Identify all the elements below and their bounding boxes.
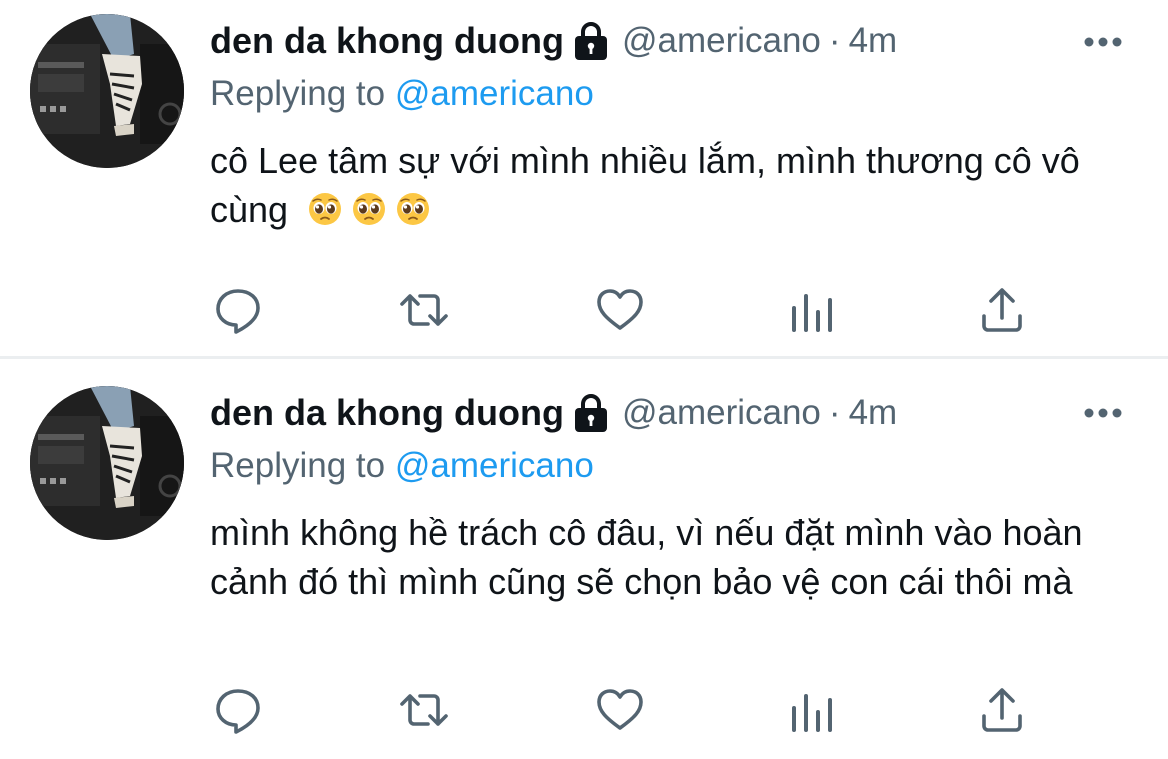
reply-icon: [214, 286, 262, 334]
display-name[interactable]: den da khong duong: [210, 20, 564, 62]
more-options-icon[interactable]: [1083, 36, 1123, 48]
pleading-face-emoji: [352, 192, 386, 226]
action-bar: [210, 286, 1040, 334]
share-icon: [978, 286, 1026, 334]
replying-to-label: Replying to: [210, 74, 386, 113]
retweet-icon: [400, 686, 448, 734]
reply-button[interactable]: [214, 686, 262, 734]
retweet-button[interactable]: [400, 686, 448, 734]
tweet-text: mình không hề trách cô đâu, vì nếu đặt m…: [210, 508, 1130, 606]
tweet-header: den da khong duong @americano · 4m: [210, 20, 897, 62]
lock-icon: [572, 21, 610, 61]
handle[interactable]: @americano: [622, 21, 821, 61]
like-button[interactable]: [596, 286, 644, 334]
views-button[interactable]: [788, 286, 836, 334]
like-icon: [596, 686, 644, 734]
tweet-header: den da khong duong @americano · 4m: [210, 392, 897, 434]
timestamp[interactable]: 4m: [849, 21, 898, 61]
separator: ·: [828, 393, 841, 432]
views-button[interactable]: [788, 686, 836, 734]
retweet-icon: [400, 286, 448, 334]
avatar[interactable]: [30, 14, 184, 168]
handle[interactable]: @americano: [622, 393, 821, 433]
replying-to: Replying to @americano: [210, 74, 594, 114]
replying-to-mention[interactable]: @americano: [395, 74, 594, 113]
avatar[interactable]: [30, 386, 184, 540]
display-name[interactable]: den da khong duong: [210, 392, 564, 434]
reply-button[interactable]: [214, 286, 262, 334]
tweet[interactable]: den da khong duong @americano · 4m Reply…: [0, 0, 1168, 358]
tweet[interactable]: den da khong duong @americano · 4m Reply…: [0, 360, 1168, 759]
pleading-face-emoji: [308, 192, 342, 226]
retweet-button[interactable]: [400, 286, 448, 334]
tweet-divider: [0, 356, 1168, 359]
views-icon: [788, 686, 836, 734]
like-icon: [596, 286, 644, 334]
like-button[interactable]: [596, 686, 644, 734]
more-options-icon[interactable]: [1083, 407, 1123, 419]
replying-to-mention[interactable]: @americano: [395, 446, 594, 485]
replying-to: Replying to @americano: [210, 446, 594, 486]
replying-to-label: Replying to: [210, 446, 386, 485]
timestamp[interactable]: 4m: [849, 393, 898, 433]
tweet-text: cô Lee tâm sự với mình nhiều lắm, mình t…: [210, 136, 1130, 234]
separator: ·: [828, 21, 841, 60]
action-bar: [210, 686, 1040, 734]
lock-icon: [572, 393, 610, 433]
tweet-text-content: mình không hề trách cô đâu, vì nếu đặt m…: [210, 512, 1083, 602]
reply-icon: [214, 686, 262, 734]
views-icon: [788, 286, 836, 334]
pleading-face-emoji: [396, 192, 430, 226]
share-button[interactable]: [978, 286, 1026, 334]
share-icon: [978, 686, 1026, 734]
share-button[interactable]: [978, 686, 1026, 734]
